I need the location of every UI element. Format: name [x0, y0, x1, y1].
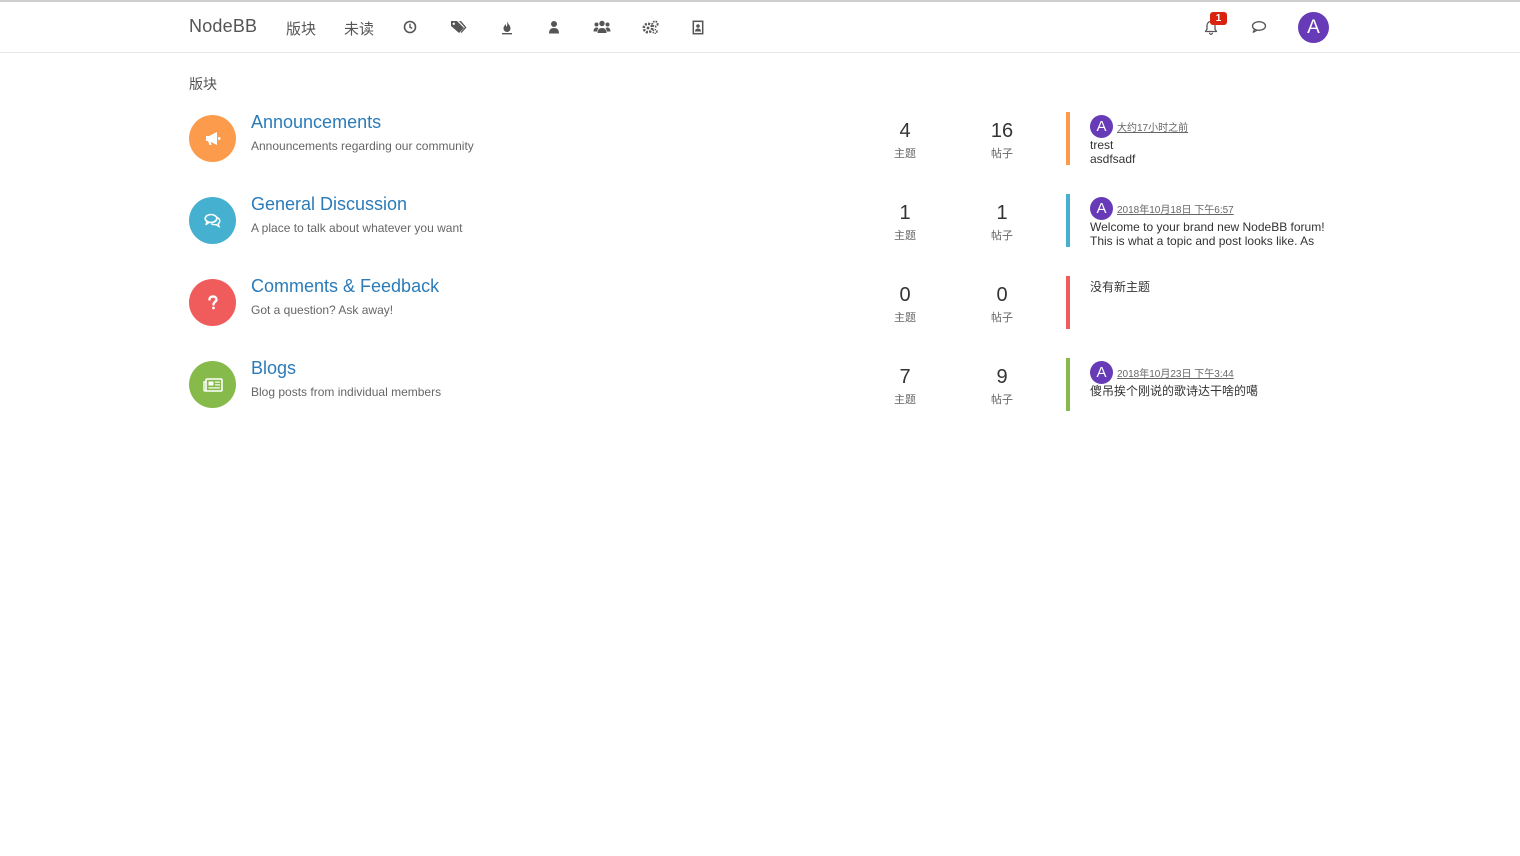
post-count-value: 16 [990, 120, 1014, 142]
category-row-general-discussion: General Discussion A place to talk about… [189, 194, 1329, 253]
nav-link-categories[interactable]: 版块 [286, 18, 316, 39]
latest-post-teaser: A 2018年10月18日 下午6:57 Welcome to your bra… [1090, 196, 1350, 248]
question-icon [207, 295, 218, 310]
comments-icon [203, 213, 221, 228]
topic-count-label: 主题 [894, 230, 916, 242]
post-count-value: 9 [996, 366, 1008, 388]
post-count-label: 帖子 [991, 312, 1013, 324]
post-count-value: 1 [996, 202, 1008, 224]
teaser-timestamp[interactable]: 2018年10月23日 下午3:44 [1117, 365, 1234, 380]
category-title[interactable]: Comments & Feedback [251, 276, 439, 297]
category-row-comments-feedback: Comments & Feedback Got a question? Ask … [189, 276, 1329, 335]
notification-count-badge: 1 [1210, 12, 1227, 25]
category-description: Got a question? Ask away! [251, 303, 394, 317]
popular-fire-icon[interactable] [498, 18, 516, 36]
brand-logo[interactable]: NodeBB [189, 16, 257, 37]
latest-post-teaser: A 大约17小时之前 trest asdfsadf [1090, 114, 1350, 166]
category-description: Blog posts from individual members [251, 385, 442, 399]
topic-count-label: 主题 [894, 148, 916, 160]
teaser-avatar[interactable]: A [1090, 196, 1113, 220]
nav-link-unread[interactable]: 未读 [344, 18, 374, 39]
topic-count-value: 4 [899, 120, 911, 142]
teaser-text-line: 傻吊挨个刚说的歌诗达干啥的噶 [1090, 384, 1259, 398]
post-count-label: 帖子 [991, 148, 1013, 160]
teaser-text-line: Welcome to your brand new NodeBB forum! [1090, 220, 1325, 234]
teaser-text-line: trest [1090, 138, 1114, 152]
teaser-avatar[interactable]: A [1090, 114, 1113, 138]
latest-post-teaser: 没有新主题 [1090, 278, 1350, 295]
post-count: 16 帖子 [972, 119, 1032, 161]
teaser-timestamp[interactable]: 2018年10月18日 下午6:57 [1117, 201, 1234, 216]
post-count: 0 帖子 [972, 283, 1032, 325]
category-icon-announcements[interactable] [189, 115, 236, 162]
teaser-color-bar [1066, 194, 1070, 247]
topic-count: 1 主题 [875, 201, 935, 243]
post-count-label: 帖子 [991, 394, 1013, 406]
category-row-announcements: Announcements Announcements regarding ou… [189, 112, 1329, 171]
category-title[interactable]: Blogs [251, 358, 296, 379]
chat-icon[interactable] [1250, 18, 1268, 36]
bullhorn-icon [205, 132, 220, 145]
topic-count-label: 主题 [894, 394, 916, 406]
teaser-color-bar [1066, 112, 1070, 165]
navbar: NodeBB 版块 未读 1 A [0, 2, 1520, 53]
post-count: 1 帖子 [972, 201, 1032, 243]
teaser-color-bar [1066, 358, 1070, 411]
newspaper-icon [202, 377, 223, 392]
category-icon-general-discussion[interactable] [189, 197, 236, 244]
category-description: Announcements regarding our community [251, 139, 474, 153]
topic-count: 0 主题 [875, 283, 935, 325]
breadcrumb: 版块 [189, 76, 217, 92]
post-count-value: 0 [996, 284, 1008, 306]
category-icon-comments-feedback[interactable] [189, 279, 236, 326]
latest-post-teaser: A 2018年10月23日 下午3:44 傻吊挨个刚说的歌诗达干啥的噶 [1090, 360, 1350, 398]
no-new-topics-text: 没有新主题 [1090, 280, 1151, 294]
category-title[interactable]: General Discussion [251, 194, 407, 215]
groups-icon[interactable] [593, 18, 611, 36]
topic-count-value: 0 [899, 284, 911, 306]
teaser-text-line: asdfsadf [1090, 152, 1136, 166]
category-title[interactable]: Announcements [251, 112, 381, 133]
moderation-icon[interactable] [689, 18, 707, 36]
category-icon-blogs[interactable] [189, 361, 236, 408]
post-count-label: 帖子 [991, 230, 1013, 242]
teaser-text-line: This is what a topic and post looks like… [1090, 234, 1315, 248]
post-count: 9 帖子 [972, 365, 1032, 407]
topic-count: 7 主题 [875, 365, 935, 407]
topic-count-label: 主题 [894, 312, 916, 324]
recent-clock-icon[interactable] [401, 18, 419, 36]
tags-icon[interactable] [449, 18, 467, 36]
topic-count: 4 主题 [875, 119, 935, 161]
admin-cogs-icon[interactable] [641, 18, 659, 36]
teaser-timestamp[interactable]: 大约17小时之前 [1117, 119, 1188, 134]
teaser-color-bar [1066, 276, 1070, 329]
teaser-avatar[interactable]: A [1090, 360, 1113, 384]
topic-count-value: 7 [899, 366, 911, 388]
users-icon[interactable] [545, 18, 563, 36]
topic-count-value: 1 [899, 202, 911, 224]
category-description: A place to talk about whatever you want [251, 221, 463, 235]
user-avatar[interactable]: A [1298, 12, 1329, 43]
category-row-blogs: Blogs Blog posts from individual members… [189, 358, 1329, 417]
